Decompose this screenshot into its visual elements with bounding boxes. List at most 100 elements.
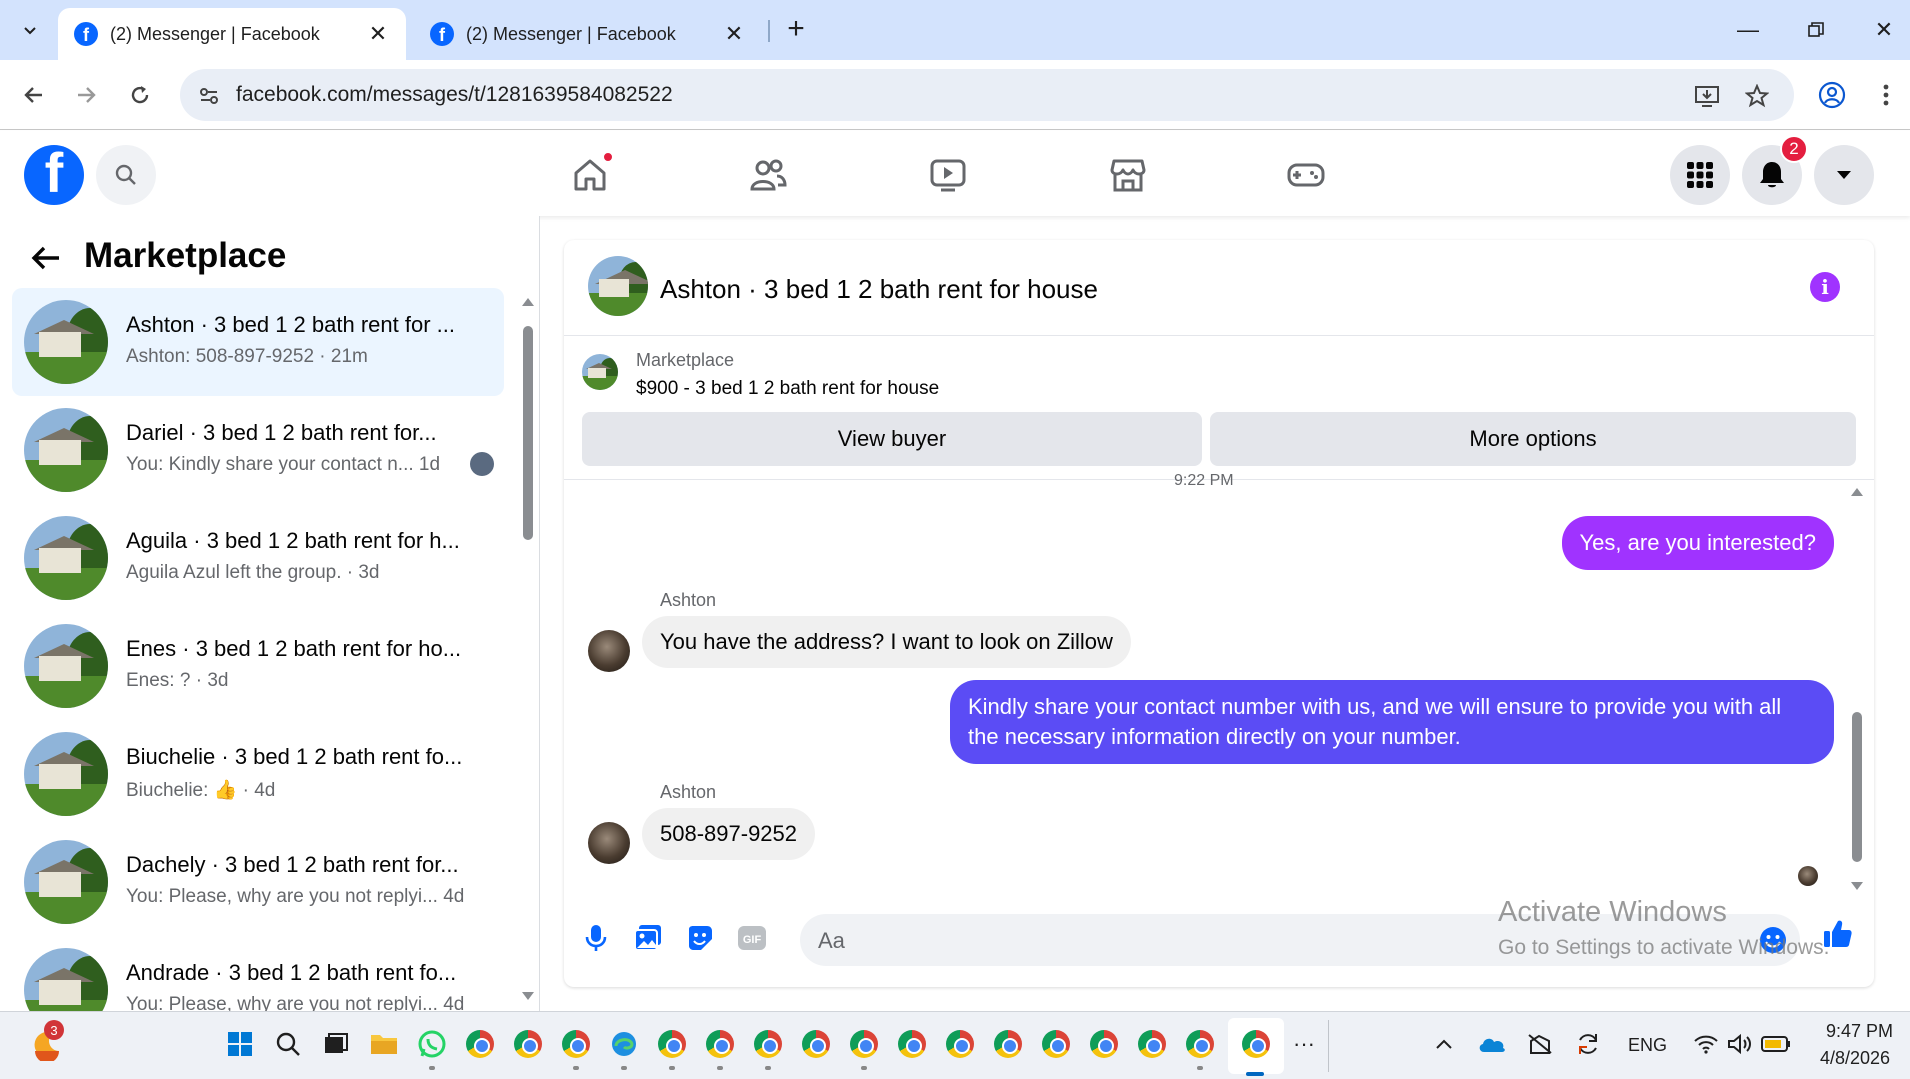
conversation-item[interactable]: Aguila · 3 bed 1 2 bath rent for h... Ag… [12, 504, 504, 612]
conversation-title: Andrade · 3 bed 1 2 bath rent fo... [126, 960, 457, 985]
show-hidden-icons-chevron-icon[interactable] [1426, 1026, 1462, 1062]
outgoing-message[interactable]: Yes, are you interested? [1561, 516, 1834, 570]
chrome-taskbar-icon[interactable] [990, 1026, 1026, 1062]
tab-close-icon[interactable]: ✕ [722, 21, 746, 47]
volume-icon[interactable] [1722, 1026, 1758, 1062]
tab-search-dropdown[interactable] [10, 12, 50, 48]
gif-icon[interactable]: GIF [734, 920, 770, 956]
scroll-up-arrow-icon[interactable] [1848, 484, 1866, 498]
sender-avatar[interactable] [588, 630, 630, 672]
windows-start-icon[interactable] [222, 1026, 258, 1062]
input-language-indicator[interactable]: ENG [1628, 1035, 1667, 1056]
view-buyer-button[interactable]: View buyer [582, 412, 1202, 466]
install-app-icon[interactable] [1692, 81, 1722, 111]
chrome-taskbar-icon[interactable] [654, 1026, 690, 1062]
whatsapp-icon[interactable] [414, 1026, 450, 1062]
grid-menu-icon [1687, 162, 1713, 188]
edge-taskbar-icon[interactable] [606, 1026, 642, 1062]
close-window-button[interactable]: ✕ [1862, 12, 1906, 48]
listing-price-title[interactable]: $900 - 3 bed 1 2 bath rent for house [636, 378, 939, 400]
chrome-taskbar-icon[interactable] [942, 1026, 978, 1062]
chrome-taskbar-icon[interactable] [462, 1026, 498, 1062]
chrome-taskbar-icon[interactable] [750, 1026, 786, 1062]
chrome-taskbar-icon[interactable] [702, 1026, 738, 1062]
conversation-item[interactable]: Biuchelie · 3 bed 1 2 bath rent fo... Bi… [12, 720, 504, 828]
incoming-message[interactable]: You have the address? I want to look on … [642, 616, 1131, 668]
profile-icon[interactable] [1812, 75, 1852, 115]
facebook-logo-icon[interactable]: f [24, 145, 84, 205]
taskbar-overflow-button[interactable]: ··· [1286, 1026, 1322, 1062]
listing-thumbnail[interactable] [588, 256, 648, 316]
scrollbar-thumb[interactable] [1852, 712, 1862, 862]
address-bar[interactable]: facebook.com/messages/t/1281639584082522 [180, 69, 1794, 121]
file-explorer-icon[interactable] [366, 1026, 402, 1062]
chrome-taskbar-icon[interactable] [1134, 1026, 1170, 1062]
conversation-item[interactable]: Ashton · 3 bed 1 2 bath rent for ... Ash… [12, 288, 504, 396]
chrome-taskbar-icon[interactable] [1038, 1026, 1074, 1062]
outgoing-message[interactable]: Kindly share your contact number with us… [950, 680, 1834, 764]
sticker-icon[interactable] [682, 920, 718, 956]
scroll-down-arrow-icon[interactable] [1848, 880, 1866, 894]
weather-widget-icon[interactable]: 3 [28, 1020, 64, 1062]
conversation-list-scrollbar[interactable] [520, 294, 536, 1004]
chrome-taskbar-icon[interactable] [510, 1026, 546, 1062]
wifi-icon[interactable] [1688, 1026, 1724, 1062]
conversation-item[interactable]: Enes · 3 bed 1 2 bath rent for ho... Ene… [12, 612, 504, 720]
running-indicator [669, 1066, 675, 1070]
conversation-title: Ashton · 3 bed 1 2 bath rent for ... [126, 312, 455, 337]
conversation-item[interactable]: Andrade · 3 bed 1 2 bath rent fo... You:… [12, 936, 504, 1011]
microphone-icon[interactable] [578, 920, 614, 956]
forward-button[interactable] [66, 75, 106, 115]
chat-scrollbar[interactable] [1848, 484, 1866, 894]
new-tab-button[interactable]: + [780, 14, 812, 46]
scrollbar-thumb[interactable] [523, 326, 533, 540]
nav-gaming[interactable] [1276, 145, 1336, 205]
chrome-taskbar-icon-active[interactable] [1238, 1026, 1274, 1062]
nav-marketplace[interactable] [1098, 145, 1158, 205]
marketplace-listing-card: Marketplace $900 - 3 bed 1 2 bath rent f… [564, 336, 1874, 480]
conversation-title: Aguila · 3 bed 1 2 bath rent for h... [126, 528, 460, 553]
back-button[interactable] [14, 75, 54, 115]
battery-icon[interactable] [1758, 1026, 1794, 1062]
clock-date[interactable]: 4/8/2026 [1820, 1048, 1890, 1069]
sender-avatar[interactable] [588, 822, 630, 864]
nav-friends[interactable] [738, 145, 798, 205]
chrome-taskbar-icon[interactable] [894, 1026, 930, 1062]
clock-time[interactable]: 9:47 PM [1826, 1021, 1893, 1042]
more-options-button[interactable]: More options [1210, 412, 1856, 466]
minimize-button[interactable]: — [1726, 12, 1770, 48]
photo-icon[interactable] [630, 920, 666, 956]
chrome-taskbar-icon[interactable] [1086, 1026, 1122, 1062]
search-button[interactable] [96, 145, 156, 205]
account-button[interactable] [1814, 145, 1874, 205]
menu-button[interactable] [1670, 145, 1730, 205]
bookmark-star-icon[interactable] [1742, 81, 1772, 111]
chat-title[interactable]: Ashton · 3 bed 1 2 bath rent for house [660, 274, 1098, 305]
reload-button[interactable] [120, 75, 160, 115]
browser-menu-icon[interactable] [1866, 75, 1906, 115]
browser-tab-1[interactable]: f (2) Messenger | Facebook ✕ [58, 8, 406, 60]
chrome-taskbar-icon[interactable] [798, 1026, 834, 1062]
search-icon[interactable] [270, 1026, 306, 1062]
chrome-taskbar-icon[interactable] [846, 1026, 882, 1062]
tab-close-icon[interactable]: ✕ [366, 21, 390, 47]
back-arrow-icon[interactable] [26, 238, 66, 278]
chrome-taskbar-icon[interactable] [558, 1026, 594, 1062]
info-icon[interactable]: i [1810, 272, 1840, 302]
site-settings-icon[interactable] [194, 81, 224, 111]
running-indicator [573, 1066, 579, 1070]
scroll-down-arrow-icon[interactable] [520, 990, 536, 1004]
conversation-item[interactable]: Dariel · 3 bed 1 2 bath rent for... You:… [12, 396, 504, 504]
browser-tab-2[interactable]: f (2) Messenger | Facebook ✕ [414, 8, 762, 60]
task-view-icon[interactable] [318, 1026, 354, 1062]
url-text[interactable]: facebook.com/messages/t/1281639584082522 [236, 83, 673, 107]
onedrive-icon[interactable] [1474, 1026, 1510, 1062]
sync-icon[interactable] [1570, 1026, 1606, 1062]
nav-video[interactable] [918, 145, 978, 205]
incoming-message[interactable]: 508-897-9252 [642, 808, 816, 860]
scroll-up-arrow-icon[interactable] [520, 294, 536, 308]
chrome-taskbar-icon[interactable] [1182, 1026, 1218, 1062]
conversation-item[interactable]: Dachely · 3 bed 1 2 bath rent for... You… [12, 828, 504, 936]
restore-button[interactable] [1794, 12, 1838, 48]
network-disconnected-icon[interactable] [1522, 1026, 1558, 1062]
